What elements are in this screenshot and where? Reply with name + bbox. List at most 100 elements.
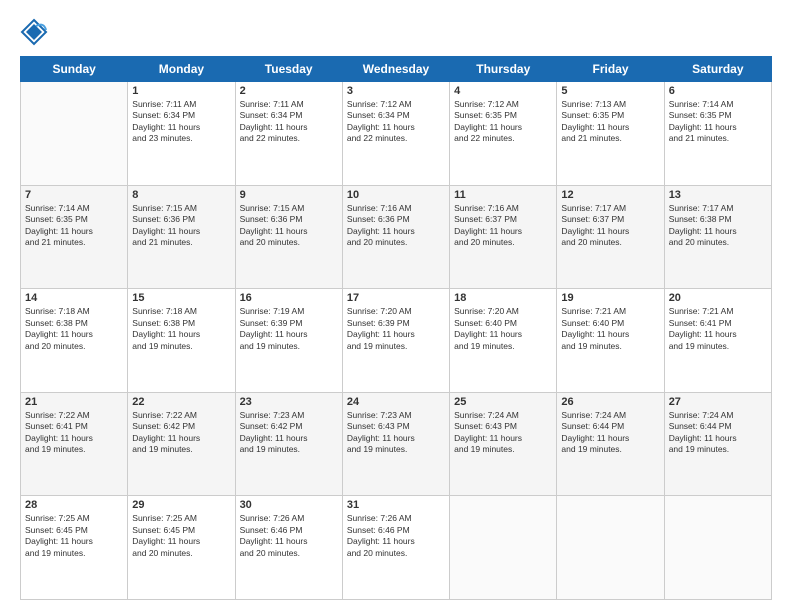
day-number: 14 [25,292,123,304]
calendar-cell: 17Sunrise: 7:20 AM Sunset: 6:39 PM Dayli… [342,289,449,393]
calendar-week-row: 21 Sunrise: 7:22 AM Sunset: 6:41 PM Dayli… [21,392,772,496]
day-info: Sunrise: 7:24 AM Sunset: 6:44 PM Dayligh… [669,410,767,456]
day-number: 18 [454,292,552,304]
weekday-header: Tuesday [235,57,342,82]
calendar-cell: 28 Sunrise: 7:25 AM Sunset: 6:45 PM Dayli… [21,496,128,600]
day-number: 31 [347,499,445,511]
logo-icon [20,18,48,46]
day-number: 8 [132,189,230,201]
calendar-week-row: 28 Sunrise: 7:25 AM Sunset: 6:45 PM Dayli… [21,496,772,600]
day-info: Sunrise: 7:16 AM Sunset: 6:37 PM Dayligh… [454,203,552,249]
day-number: 29 [132,499,230,511]
day-info: Sunrise: 7:11 AM Sunset: 6:34 PM Dayligh… [132,99,230,145]
weekday-header: Saturday [664,57,771,82]
day-number: 15 [132,292,230,304]
day-number: 16 [240,292,338,304]
day-info: Sunrise: 7:18 AM Sunset: 6:38 PM Dayligh… [25,306,123,352]
weekday-header: Thursday [450,57,557,82]
calendar-cell [664,496,771,600]
day-info: Sunrise: 7:14 AM Sunset: 6:35 PM Dayligh… [25,203,123,249]
calendar-cell: 5Sunrise: 7:13 AM Sunset: 6:35 PM Daylig… [557,82,664,186]
calendar-week-row: 7 Sunrise: 7:14 AM Sunset: 6:35 PM Daylig… [21,185,772,289]
calendar-cell: 15 Sunrise: 7:18 AM Sunset: 6:38 PM Dayli… [128,289,235,393]
weekday-header: Wednesday [342,57,449,82]
calendar-cell: 29 Sunrise: 7:25 AM Sunset: 6:45 PM Dayli… [128,496,235,600]
day-info: Sunrise: 7:13 AM Sunset: 6:35 PM Dayligh… [561,99,659,145]
calendar: SundayMondayTuesdayWednesdayThursdayFrid… [20,56,772,600]
day-info: Sunrise: 7:23 AM Sunset: 6:43 PM Dayligh… [347,410,445,456]
calendar-cell: 4 Sunrise: 7:12 AM Sunset: 6:35 PM Daylig… [450,82,557,186]
day-number: 4 [454,85,552,97]
day-info: Sunrise: 7:12 AM Sunset: 6:35 PM Dayligh… [454,99,552,145]
calendar-cell: 11 Sunrise: 7:16 AM Sunset: 6:37 PM Dayli… [450,185,557,289]
day-info: Sunrise: 7:17 AM Sunset: 6:37 PM Dayligh… [561,203,659,249]
day-number: 6 [669,85,767,97]
calendar-cell: 26 Sunrise: 7:24 AM Sunset: 6:44 PM Dayli… [557,392,664,496]
day-number: 20 [669,292,767,304]
day-info: Sunrise: 7:21 AM Sunset: 6:40 PM Dayligh… [561,306,659,352]
day-info: Sunrise: 7:11 AM Sunset: 6:34 PM Dayligh… [240,99,338,145]
day-info: Sunrise: 7:18 AM Sunset: 6:38 PM Dayligh… [132,306,230,352]
day-info: Sunrise: 7:12 AM Sunset: 6:34 PM Dayligh… [347,99,445,145]
day-info: Sunrise: 7:20 AM Sunset: 6:40 PM Dayligh… [454,306,552,352]
day-info: Sunrise: 7:23 AM Sunset: 6:42 PM Dayligh… [240,410,338,456]
calendar-cell: 24 Sunrise: 7:23 AM Sunset: 6:43 PM Dayli… [342,392,449,496]
calendar-cell: 31 Sunrise: 7:26 AM Sunset: 6:46 PM Dayli… [342,496,449,600]
calendar-cell: 18 Sunrise: 7:20 AM Sunset: 6:40 PM Dayli… [450,289,557,393]
day-info: Sunrise: 7:22 AM Sunset: 6:41 PM Dayligh… [25,410,123,456]
calendar-cell: 13 Sunrise: 7:17 AM Sunset: 6:38 PM Dayli… [664,185,771,289]
calendar-cell: 12 Sunrise: 7:17 AM Sunset: 6:37 PM Dayli… [557,185,664,289]
calendar-cell: 27 Sunrise: 7:24 AM Sunset: 6:44 PM Dayli… [664,392,771,496]
calendar-cell: 3 Sunrise: 7:12 AM Sunset: 6:34 PM Daylig… [342,82,449,186]
day-number: 26 [561,396,659,408]
header [20,18,772,46]
day-info: Sunrise: 7:17 AM Sunset: 6:38 PM Dayligh… [669,203,767,249]
day-number: 24 [347,396,445,408]
calendar-cell: 23Sunrise: 7:23 AM Sunset: 6:42 PM Dayli… [235,392,342,496]
day-number: 27 [669,396,767,408]
day-number: 3 [347,85,445,97]
weekday-header: Sunday [21,57,128,82]
day-number: 13 [669,189,767,201]
day-info: Sunrise: 7:14 AM Sunset: 6:35 PM Dayligh… [669,99,767,145]
day-number: 17 [347,292,445,304]
logo [20,18,50,46]
calendar-cell: 19 Sunrise: 7:21 AM Sunset: 6:40 PM Dayli… [557,289,664,393]
day-number: 11 [454,189,552,201]
day-number: 2 [240,85,338,97]
day-number: 30 [240,499,338,511]
calendar-cell [557,496,664,600]
calendar-cell [450,496,557,600]
day-info: Sunrise: 7:26 AM Sunset: 6:46 PM Dayligh… [347,513,445,559]
calendar-cell: 7 Sunrise: 7:14 AM Sunset: 6:35 PM Daylig… [21,185,128,289]
day-info: Sunrise: 7:26 AM Sunset: 6:46 PM Dayligh… [240,513,338,559]
day-number: 28 [25,499,123,511]
day-number: 1 [132,85,230,97]
page: SundayMondayTuesdayWednesdayThursdayFrid… [0,0,792,612]
day-info: Sunrise: 7:24 AM Sunset: 6:43 PM Dayligh… [454,410,552,456]
calendar-cell: 22Sunrise: 7:22 AM Sunset: 6:42 PM Dayli… [128,392,235,496]
calendar-cell: 10 Sunrise: 7:16 AM Sunset: 6:36 PM Dayli… [342,185,449,289]
day-number: 10 [347,189,445,201]
day-info: Sunrise: 7:15 AM Sunset: 6:36 PM Dayligh… [132,203,230,249]
day-number: 7 [25,189,123,201]
calendar-cell: 16 Sunrise: 7:19 AM Sunset: 6:39 PM Dayli… [235,289,342,393]
day-info: Sunrise: 7:21 AM Sunset: 6:41 PM Dayligh… [669,306,767,352]
day-number: 19 [561,292,659,304]
calendar-cell: 1 Sunrise: 7:11 AM Sunset: 6:34 PM Daylig… [128,82,235,186]
calendar-cell: 2 Sunrise: 7:11 AM Sunset: 6:34 PM Daylig… [235,82,342,186]
day-info: Sunrise: 7:19 AM Sunset: 6:39 PM Dayligh… [240,306,338,352]
calendar-cell [21,82,128,186]
day-number: 22 [132,396,230,408]
day-info: Sunrise: 7:24 AM Sunset: 6:44 PM Dayligh… [561,410,659,456]
calendar-cell: 25Sunrise: 7:24 AM Sunset: 6:43 PM Dayli… [450,392,557,496]
day-number: 21 [25,396,123,408]
calendar-cell: 14 Sunrise: 7:18 AM Sunset: 6:38 PM Dayli… [21,289,128,393]
day-info: Sunrise: 7:15 AM Sunset: 6:36 PM Dayligh… [240,203,338,249]
day-info: Sunrise: 7:16 AM Sunset: 6:36 PM Dayligh… [347,203,445,249]
day-info: Sunrise: 7:25 AM Sunset: 6:45 PM Dayligh… [25,513,123,559]
weekday-header: Friday [557,57,664,82]
day-info: Sunrise: 7:25 AM Sunset: 6:45 PM Dayligh… [132,513,230,559]
day-number: 12 [561,189,659,201]
calendar-cell: 21 Sunrise: 7:22 AM Sunset: 6:41 PM Dayli… [21,392,128,496]
